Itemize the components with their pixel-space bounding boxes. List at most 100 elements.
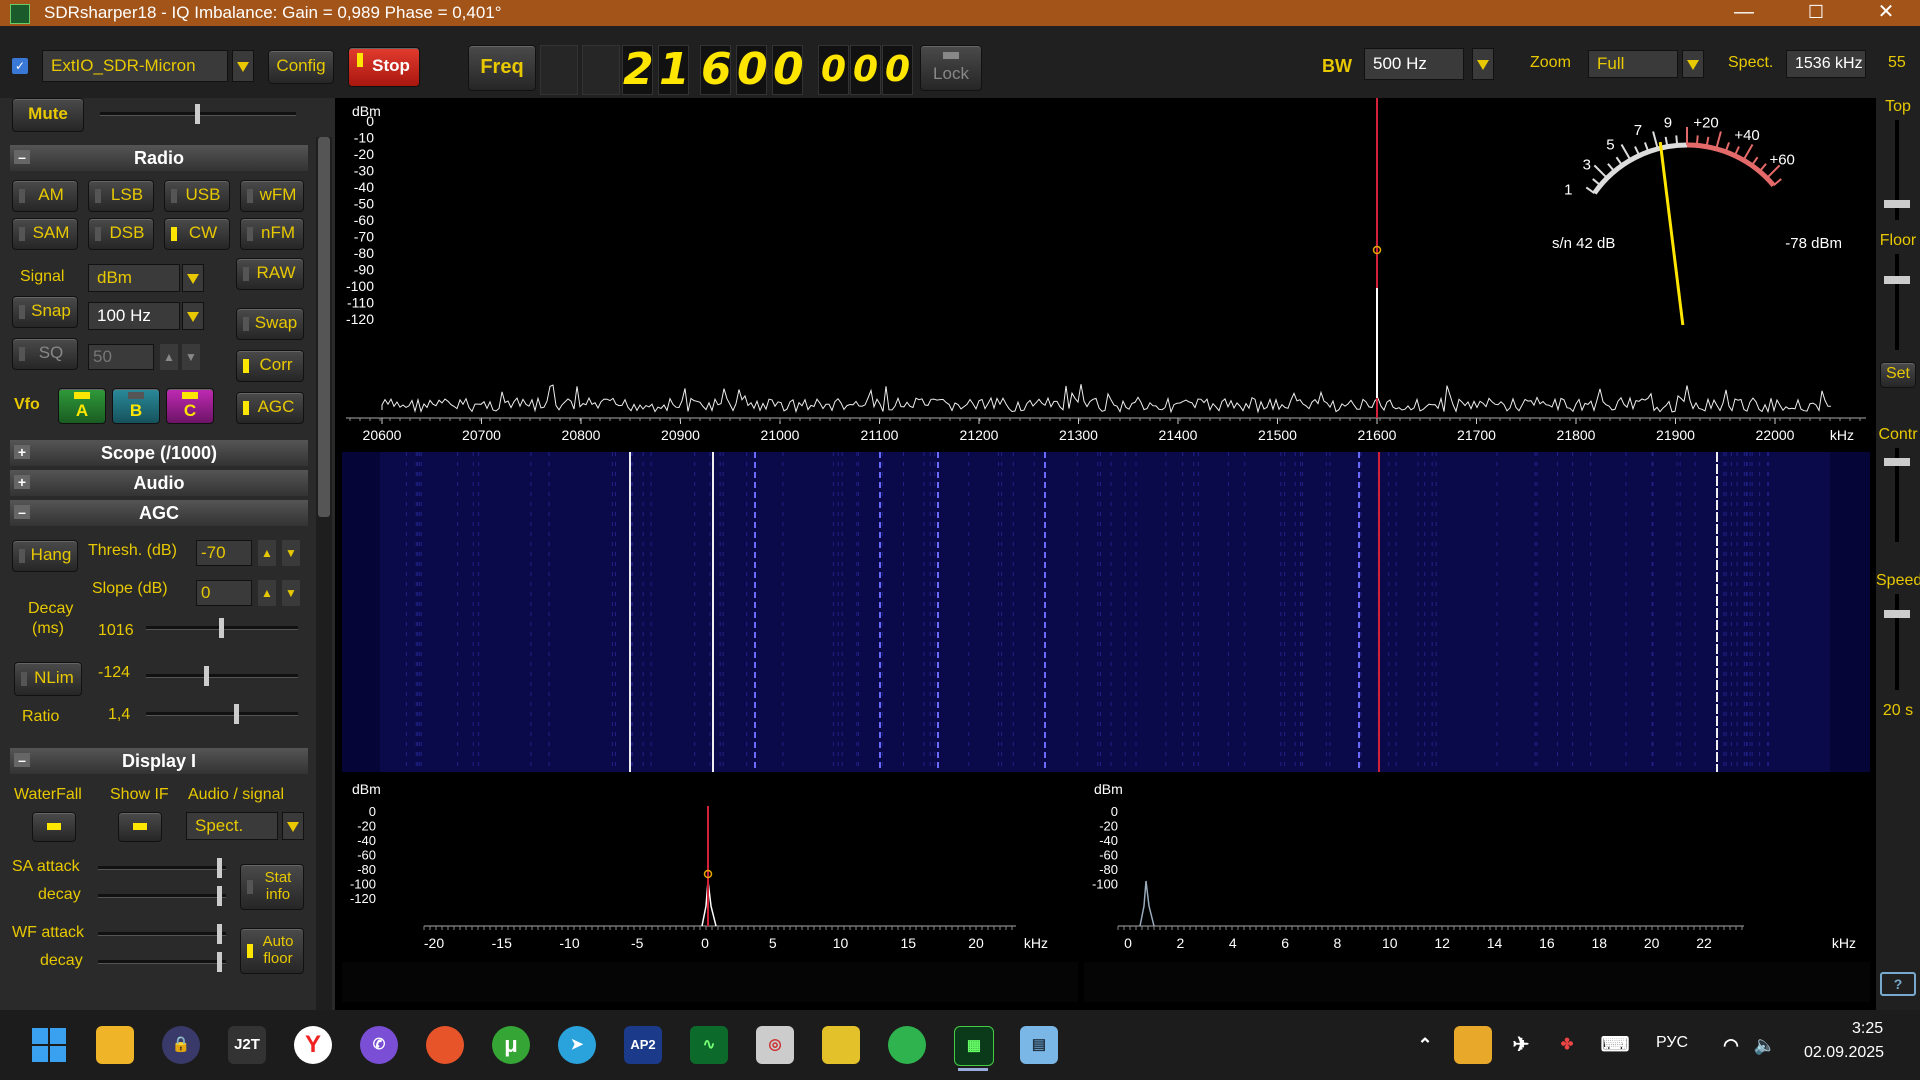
- speed-slider[interactable]: [1884, 594, 1910, 690]
- sa-attack-slider[interactable]: [98, 858, 226, 878]
- mode-am-button[interactable]: AM: [12, 180, 78, 212]
- nlim-slider[interactable]: [146, 666, 298, 686]
- sq-value-field[interactable]: 50: [88, 344, 154, 370]
- thresh-value-field[interactable]: -70: [196, 540, 252, 566]
- freq-digit[interactable]: 1: [658, 45, 690, 95]
- thresh-up-arrow-icon[interactable]: ▲: [258, 540, 276, 566]
- sq-down-arrow-icon[interactable]: ▼: [182, 344, 200, 370]
- audio-wave-app-icon[interactable]: ∿: [690, 1026, 728, 1064]
- hang-button[interactable]: Hang: [12, 540, 78, 572]
- audio-signal-select[interactable]: Spect.: [186, 812, 278, 840]
- telegram-icon[interactable]: ➤: [558, 1026, 596, 1064]
- waterfall-toggle[interactable]: [32, 812, 76, 842]
- config-button[interactable]: Config: [268, 50, 334, 84]
- device-select[interactable]: ExtIO_SDR-Micron: [42, 50, 228, 82]
- close-button[interactable]: ✕: [1858, 0, 1914, 26]
- floor-slider[interactable]: [1884, 254, 1910, 350]
- if-spectrum-display[interactable]: dBm 0 -20 -40 -60 -80 -100 -120 -20 -15 -10 -5 0 5 10 1…: [342, 776, 1078, 956]
- device-dropdown-arrow[interactable]: [232, 50, 254, 82]
- clock-date[interactable]: 02.09.2025: [1804, 1044, 1884, 1062]
- mode-usb-button[interactable]: USB: [164, 180, 230, 212]
- wf-attack-slider[interactable]: [98, 924, 226, 944]
- raw-button[interactable]: RAW: [236, 258, 304, 290]
- snap-button[interactable]: Snap: [12, 296, 78, 328]
- signal-unit-select[interactable]: dBm: [88, 264, 180, 292]
- zoom-dropdown-arrow[interactable]: [1682, 50, 1704, 78]
- set-button[interactable]: Set: [1880, 362, 1916, 388]
- spectrum-display[interactable]: dBm 0 -10 -20 -30 -40 -50 -60 -70 -80 -90 -100 -110-…: [342, 98, 1870, 448]
- wf-decay-slider[interactable]: [98, 952, 226, 972]
- freq-digit[interactable]: 6: [700, 45, 732, 95]
- stop-button[interactable]: Stop: [348, 47, 420, 87]
- display-section-header[interactable]: – Display I: [10, 748, 308, 774]
- cloud-app-icon[interactable]: [888, 1026, 926, 1064]
- dial-app-icon[interactable]: ◎: [756, 1026, 794, 1064]
- waterfall-display[interactable]: [342, 452, 1870, 772]
- agc-section-header[interactable]: – AGC: [10, 500, 308, 526]
- mode-dsb-button[interactable]: DSB: [88, 218, 154, 250]
- lock-button[interactable]: Lock: [920, 45, 982, 91]
- file-explorer-icon[interactable]: [96, 1026, 134, 1064]
- bw-select[interactable]: 500 Hz: [1364, 48, 1464, 80]
- auto-floor-button[interactable]: Auto floor: [240, 928, 304, 974]
- agc-button[interactable]: AGC: [236, 392, 304, 424]
- freq-digit[interactable]: 0: [772, 45, 804, 95]
- sdrsharp-taskbar-icon[interactable]: ▦: [954, 1026, 994, 1066]
- vfo-c-button[interactable]: C: [166, 388, 214, 424]
- mode-lsb-button[interactable]: LSB: [88, 180, 154, 212]
- vfo-a-button[interactable]: A: [58, 388, 106, 424]
- show-if-toggle[interactable]: [118, 812, 162, 842]
- bw-dropdown-arrow[interactable]: [1472, 48, 1494, 80]
- radio-section-header[interactable]: – Radio: [10, 145, 308, 171]
- tray-app-icon[interactable]: [1454, 1026, 1492, 1064]
- thresh-down-arrow-icon[interactable]: ▼: [282, 540, 300, 566]
- freq-label-button[interactable]: Freq: [468, 45, 536, 91]
- mode-cw-button[interactable]: CW: [164, 218, 230, 250]
- audio-spectrum-display[interactable]: dBm 0 -20 -40 -60 -80 -100 0 2 4 6 8 10 12 14 16 18 20 22 k…: [1084, 776, 1870, 956]
- coins-app-icon[interactable]: [822, 1026, 860, 1064]
- scope-section-header[interactable]: + Scope (/1000): [10, 440, 308, 466]
- keyboard-icon[interactable]: ⌨: [1596, 1026, 1634, 1064]
- firefox-icon[interactable]: [426, 1026, 464, 1064]
- freq-digit[interactable]: 0: [736, 45, 768, 95]
- snap-step-dropdown-arrow[interactable]: [182, 302, 204, 330]
- j2t-app-icon[interactable]: J2T: [228, 1026, 266, 1064]
- wifi-icon[interactable]: ◠: [1712, 1026, 1750, 1064]
- freq-digit[interactable]: 0: [882, 45, 913, 95]
- decay-slider[interactable]: [146, 618, 298, 638]
- top-slider[interactable]: [1884, 120, 1910, 220]
- yandex-browser-icon[interactable]: Y: [294, 1026, 332, 1064]
- stat-info-button[interactable]: Stat info: [240, 864, 304, 910]
- swap-button[interactable]: Swap: [236, 308, 304, 340]
- sq-up-arrow-icon[interactable]: ▲: [160, 344, 178, 370]
- sa-decay-slider[interactable]: [98, 886, 226, 906]
- mode-sam-button[interactable]: SAM: [12, 218, 78, 250]
- spect-select[interactable]: 1536 kHz: [1786, 50, 1866, 78]
- ap2-app-icon[interactable]: AP2: [624, 1026, 662, 1064]
- mode-nfm-button[interactable]: nFM: [240, 218, 304, 250]
- freq-digit[interactable]: 0: [818, 45, 849, 95]
- tray-tool-icon[interactable]: ✤: [1548, 1026, 1586, 1064]
- speaker-icon[interactable]: 🔈: [1746, 1026, 1784, 1064]
- mute-button[interactable]: Mute: [12, 98, 84, 132]
- viber-icon[interactable]: ✆: [360, 1026, 398, 1064]
- zoom-select[interactable]: Full: [1588, 50, 1678, 78]
- vpn-lock-icon[interactable]: 🔒: [162, 1026, 200, 1064]
- utorrent-icon[interactable]: μ: [492, 1026, 530, 1064]
- snap-step-select[interactable]: 100 Hz: [88, 302, 180, 330]
- device-enable-checkbox[interactable]: ✓: [12, 58, 28, 74]
- freq-digit[interactable]: 2: [622, 45, 654, 95]
- corr-button[interactable]: Corr: [236, 350, 304, 382]
- tray-send-icon[interactable]: ✈: [1502, 1026, 1540, 1064]
- signal-unit-dropdown-arrow[interactable]: [182, 264, 204, 292]
- mode-wfm-button[interactable]: wFM: [240, 180, 304, 212]
- vfo-b-button[interactable]: B: [112, 388, 160, 424]
- show-hidden-icons-chevron-icon[interactable]: ⌃: [1406, 1026, 1444, 1064]
- minimize-button[interactable]: —: [1716, 0, 1772, 26]
- sq-button[interactable]: SQ: [12, 338, 78, 370]
- volume-slider[interactable]: [100, 104, 296, 124]
- maximize-button[interactable]: ☐: [1788, 0, 1844, 26]
- input-language[interactable]: РУС: [1656, 1034, 1688, 1052]
- slope-down-arrow-icon[interactable]: ▼: [282, 580, 300, 606]
- slope-up-arrow-icon[interactable]: ▲: [258, 580, 276, 606]
